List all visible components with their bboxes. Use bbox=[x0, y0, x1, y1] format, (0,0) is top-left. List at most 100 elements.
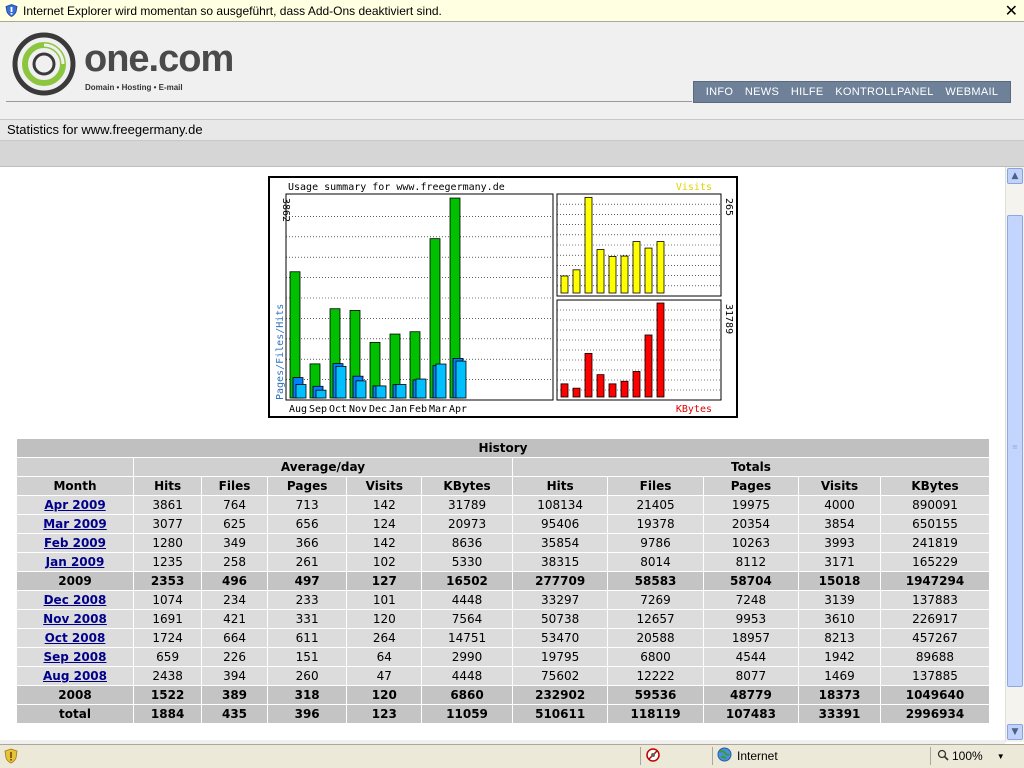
chevron-down-icon[interactable]: ▼ bbox=[997, 752, 1005, 761]
month-link[interactable]: Sep 2008 bbox=[44, 650, 107, 664]
column-header: Hits bbox=[512, 477, 608, 495]
pages-bar bbox=[395, 384, 407, 399]
value-cell: 58704 bbox=[703, 572, 799, 590]
value-cell: 137885 bbox=[880, 667, 989, 685]
one-com-logo[interactable]: one.com Domain • Hosting • E-mail bbox=[12, 32, 252, 96]
privacy-blocked-icon bbox=[646, 747, 660, 765]
value-cell: 4000 bbox=[799, 496, 880, 514]
brand-tagline: Domain • Hosting • E-mail bbox=[85, 83, 183, 92]
value-cell: 496 bbox=[202, 572, 267, 590]
value-cell: 2438 bbox=[134, 667, 202, 685]
value-cell: 14751 bbox=[422, 629, 512, 647]
nav-hilfe[interactable]: HILFE bbox=[791, 86, 824, 98]
value-cell: 226 bbox=[202, 648, 267, 666]
value-cell: 1522 bbox=[134, 686, 202, 704]
value-cell: 142 bbox=[347, 496, 422, 514]
pages-bar bbox=[375, 385, 387, 399]
column-header: Visits bbox=[347, 477, 422, 495]
value-cell: 120 bbox=[347, 610, 422, 628]
scroll-down-button[interactable]: ▼ bbox=[1007, 724, 1023, 740]
table-row: Feb 2009 1280 349 366 142 8636 35854 9786 10263 3… bbox=[17, 534, 989, 552]
value-cell: 127 bbox=[347, 572, 422, 590]
value-cell: 165229 bbox=[880, 553, 989, 571]
value-cell: 366 bbox=[267, 534, 347, 552]
status-segment-zone: Internet bbox=[712, 747, 922, 765]
value-cell: 435 bbox=[202, 705, 267, 723]
column-header: Pages bbox=[703, 477, 799, 495]
x-tick-label: Jan bbox=[389, 404, 407, 415]
ie-information-bar[interactable]: Internet Explorer wird momentan so ausge… bbox=[0, 0, 1024, 22]
nav-news[interactable]: NEWS bbox=[745, 86, 779, 98]
column-header: KBytes bbox=[880, 477, 989, 495]
value-cell: 2990 bbox=[422, 648, 512, 666]
month-cell: 2009 bbox=[17, 572, 133, 590]
visits-bar bbox=[644, 247, 653, 294]
value-cell: 12222 bbox=[608, 667, 703, 685]
kbytes-bar bbox=[656, 302, 665, 398]
value-cell: 258 bbox=[202, 553, 267, 571]
month-link[interactable]: Nov 2008 bbox=[43, 612, 107, 626]
pages-bar bbox=[315, 389, 327, 399]
month-link[interactable]: Aug 2008 bbox=[43, 669, 107, 683]
column-header: KBytes bbox=[422, 477, 512, 495]
average-day-header: Average/day bbox=[134, 458, 512, 476]
value-cell: 33297 bbox=[512, 591, 608, 609]
month-cell: Oct 2008 bbox=[17, 629, 133, 647]
value-cell: 124 bbox=[347, 515, 422, 533]
close-icon[interactable]: ✕ bbox=[1005, 1, 1018, 20]
value-cell: 5330 bbox=[422, 553, 512, 571]
column-headers: Month Hits Files Pages Visits KBytes Hits Files… bbox=[17, 477, 989, 495]
scroll-up-button[interactable]: ▲ bbox=[1007, 168, 1023, 184]
value-cell: 53470 bbox=[512, 629, 608, 647]
month-link[interactable]: Apr 2009 bbox=[44, 498, 105, 512]
value-cell: 47 bbox=[347, 667, 422, 685]
grip-icon: ≡ bbox=[1012, 443, 1018, 451]
gray-toolbar bbox=[0, 141, 1024, 167]
value-cell: 1049640 bbox=[880, 686, 989, 704]
scroll-thumb[interactable]: ≡ bbox=[1007, 215, 1023, 687]
month-cell: Mar 2009 bbox=[17, 515, 133, 533]
value-cell: 8014 bbox=[608, 553, 703, 571]
vertical-scrollbar[interactable]: ▲ ≡ ▼ bbox=[1005, 167, 1024, 742]
value-cell: 4544 bbox=[703, 648, 799, 666]
value-cell: 3610 bbox=[799, 610, 880, 628]
kbytes-bar bbox=[644, 334, 653, 398]
status-segment-privacy[interactable] bbox=[640, 747, 666, 765]
value-cell: 16502 bbox=[422, 572, 512, 590]
value-cell: 4448 bbox=[422, 667, 512, 685]
value-cell: 890091 bbox=[880, 496, 989, 514]
value-cell: 10263 bbox=[703, 534, 799, 552]
value-cell: 75602 bbox=[512, 667, 608, 685]
value-cell: 1947294 bbox=[880, 572, 989, 590]
kbytes-bar bbox=[584, 352, 593, 398]
nav-info[interactable]: INFO bbox=[706, 86, 733, 98]
pages-bar bbox=[355, 380, 367, 399]
column-header: Files bbox=[202, 477, 267, 495]
value-cell: 421 bbox=[202, 610, 267, 628]
table-title: History bbox=[17, 439, 989, 457]
value-cell: 497 bbox=[267, 572, 347, 590]
kbytes-bar bbox=[572, 387, 581, 398]
value-cell: 234 bbox=[202, 591, 267, 609]
month-cell: Jan 2009 bbox=[17, 553, 133, 571]
kbytes-legend: KBytes bbox=[676, 404, 712, 415]
value-cell: 7269 bbox=[608, 591, 703, 609]
month-cell: total bbox=[17, 705, 133, 723]
month-link[interactable]: Mar 2009 bbox=[43, 517, 107, 531]
month-link[interactable]: Jan 2009 bbox=[46, 555, 105, 569]
value-cell: 625 bbox=[202, 515, 267, 533]
month-link[interactable]: Feb 2009 bbox=[44, 536, 106, 550]
month-link[interactable]: Dec 2008 bbox=[44, 593, 107, 607]
value-cell: 18957 bbox=[703, 629, 799, 647]
nav-kontrollpanel[interactable]: KONTROLLPANEL bbox=[835, 86, 933, 98]
zoom-control[interactable]: 100% ▼ bbox=[930, 747, 1024, 765]
value-cell: 8213 bbox=[799, 629, 880, 647]
value-cell: 264 bbox=[347, 629, 422, 647]
x-tick-label: Apr bbox=[449, 404, 467, 415]
month-link[interactable]: Oct 2008 bbox=[45, 631, 106, 645]
value-cell: 11059 bbox=[422, 705, 512, 723]
value-cell: 394 bbox=[202, 667, 267, 685]
nav-webmail[interactable]: WEBMAIL bbox=[945, 86, 998, 98]
column-header: Month bbox=[17, 477, 133, 495]
value-cell: 123 bbox=[347, 705, 422, 723]
